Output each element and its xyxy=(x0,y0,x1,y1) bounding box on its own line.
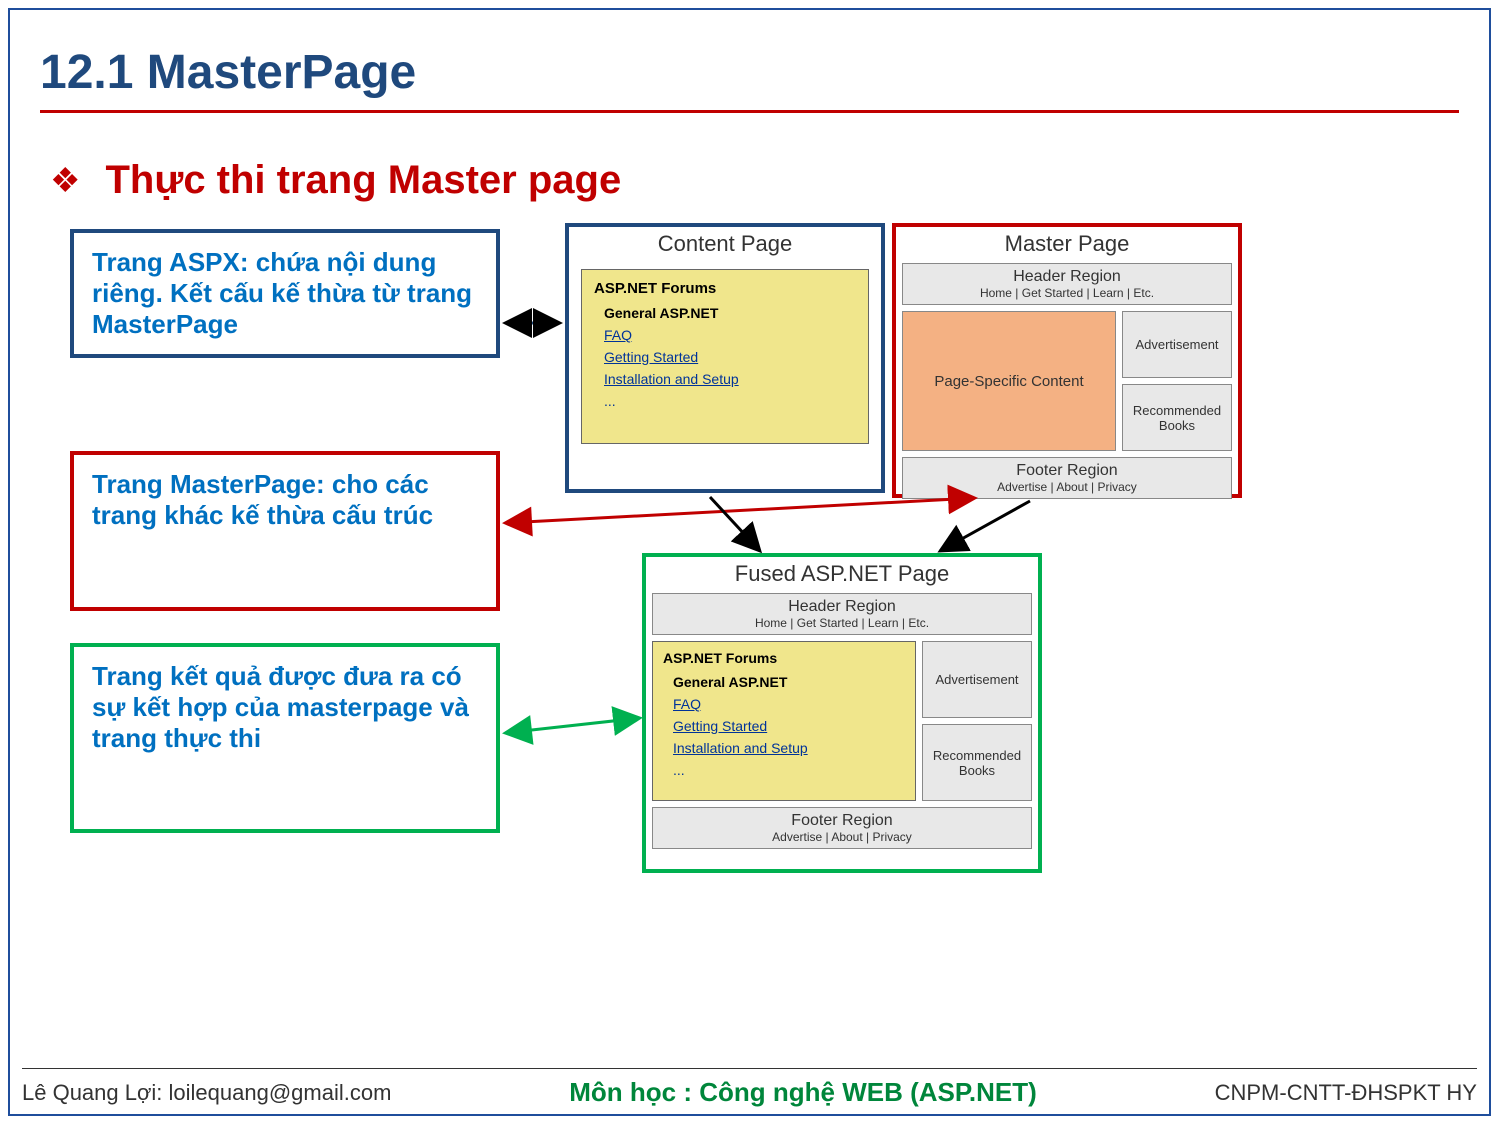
fused-forum-link: Installation and Setup xyxy=(663,740,905,756)
slide-footer: Lê Quang Lợi: loilequang@gmail.com Môn h… xyxy=(22,1068,1477,1108)
footer-mid: Môn học : Công nghệ WEB (ASP.NET) xyxy=(569,1077,1036,1108)
content-page-title: Content Page xyxy=(569,227,881,263)
fused-page-title: Fused ASP.NET Page xyxy=(646,557,1038,593)
forum-sub: General ASP.NET xyxy=(594,305,856,321)
master-header: Header Region Home | Get Started | Learn… xyxy=(902,263,1232,305)
fused-forum-sub: General ASP.NET xyxy=(663,674,905,690)
content-area: ❖ Thực thi trang Master page Trang ASPX:… xyxy=(10,128,1489,953)
fused-footer: Footer Region Advertise | About | Privac… xyxy=(652,807,1032,849)
description-master: Trang MasterPage: cho các trang khác kế … xyxy=(70,451,500,611)
footer-left: Lê Quang Lợi: loilequang@gmail.com xyxy=(22,1080,391,1106)
fused-page-panel: Fused ASP.NET Page Header Region Home | … xyxy=(642,553,1042,873)
bullet-text: Thực thi trang Master page xyxy=(105,158,621,203)
fused-header-sub: Home | Get Started | Learn | Etc. xyxy=(653,616,1031,630)
fused-forum-link: Getting Started xyxy=(663,718,905,734)
master-header-text: Header Region xyxy=(903,268,1231,286)
master-mid: Page-Specific Content Advertisement Reco… xyxy=(902,311,1232,451)
fused-books-box: Recommended Books xyxy=(922,724,1032,801)
fused-inner: Header Region Home | Get Started | Learn… xyxy=(652,593,1032,849)
fused-header: Header Region Home | Get Started | Learn… xyxy=(652,593,1032,635)
forum-link: Getting Started xyxy=(594,349,856,365)
master-page-panel: Master Page Header Region Home | Get Sta… xyxy=(892,223,1242,498)
forum-link: Installation and Setup xyxy=(594,371,856,387)
master-page-title: Master Page xyxy=(896,227,1238,263)
fused-content-body: ASP.NET Forums General ASP.NET FAQ Getti… xyxy=(652,641,916,801)
fused-mid: ASP.NET Forums General ASP.NET FAQ Getti… xyxy=(652,641,1032,801)
fused-forum-title: ASP.NET Forums xyxy=(663,650,905,666)
fused-ellipsis: ... xyxy=(663,762,905,778)
diamond-bullet-icon: ❖ xyxy=(50,161,80,201)
master-footer-sub: Advertise | About | Privacy xyxy=(903,480,1231,494)
fused-footer-sub: Advertise | About | Privacy xyxy=(653,830,1031,844)
fused-ad-box: Advertisement xyxy=(922,641,1032,718)
diagram: Trang ASPX: chứa nội dung riêng. Kết cấu… xyxy=(70,223,1449,953)
bullet-row: ❖ Thực thi trang Master page xyxy=(50,158,1449,203)
slide-frame: 12.1 MasterPage ❖ Thực thi trang Master … xyxy=(8,8,1491,1116)
fused-footer-text: Footer Region xyxy=(653,812,1031,830)
advertisement-box: Advertisement xyxy=(1122,311,1232,378)
fused-side: Advertisement Recommended Books xyxy=(922,641,1032,801)
master-header-sub: Home | Get Started | Learn | Etc. xyxy=(903,286,1231,300)
title-area: 12.1 MasterPage xyxy=(10,10,1489,128)
page-specific-content: Page-Specific Content xyxy=(902,311,1116,451)
content-page-body: ASP.NET Forums General ASP.NET FAQ Getti… xyxy=(581,269,869,444)
title-rule xyxy=(40,110,1459,113)
footer-right: CNPM-CNTT-ĐHSPKT HY xyxy=(1215,1080,1477,1106)
master-footer-text: Footer Region xyxy=(903,462,1231,480)
description-aspx: Trang ASPX: chứa nội dung riêng. Kết cấu… xyxy=(70,229,500,358)
master-footer: Footer Region Advertise | About | Privac… xyxy=(902,457,1232,499)
fused-forum-link: FAQ xyxy=(663,696,905,712)
content-page-panel: Content Page ASP.NET Forums General ASP.… xyxy=(565,223,885,493)
forum-ellipsis: ... xyxy=(594,393,856,409)
master-page-inner: Header Region Home | Get Started | Learn… xyxy=(902,263,1232,499)
slide-title: 12.1 MasterPage xyxy=(40,45,1459,100)
books-box: Recommended Books xyxy=(1122,384,1232,451)
description-fused: Trang kết quả được đưa ra có sự kết hợp … xyxy=(70,643,500,833)
fused-header-text: Header Region xyxy=(653,598,1031,616)
master-side: Advertisement Recommended Books xyxy=(1122,311,1232,451)
forum-link: FAQ xyxy=(594,327,856,343)
forum-title: ASP.NET Forums xyxy=(594,280,856,297)
